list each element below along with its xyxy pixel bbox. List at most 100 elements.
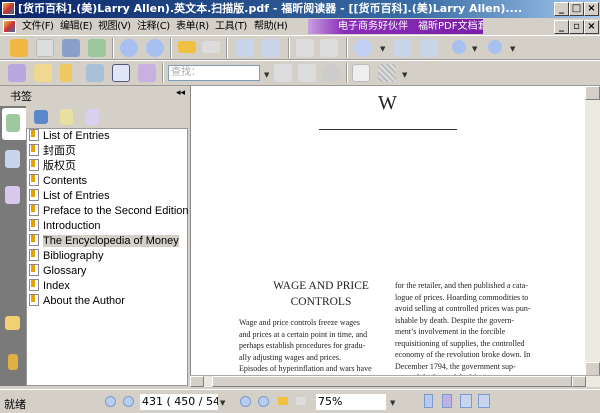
facing-icon[interactable] — [460, 394, 472, 408]
continuous-facing-icon[interactable] — [478, 394, 490, 408]
doc-restore-button[interactable]: ▫ — [569, 20, 584, 34]
bookmark-item[interactable]: Contents — [29, 174, 87, 189]
chevron-down-icon[interactable]: ▼ — [264, 71, 269, 79]
attachments-tab-icon[interactable] — [8, 354, 18, 370]
bookmark-icon — [29, 204, 39, 216]
layers-tab-icon[interactable] — [5, 186, 20, 204]
bookmark-item[interactable]: Preface to the Second Edition — [29, 204, 189, 219]
highlight-icon[interactable] — [378, 64, 396, 82]
menu-help[interactable]: 帮助(H) — [254, 18, 288, 35]
bookmark-icon — [29, 249, 39, 261]
open-icon[interactable] — [10, 39, 28, 57]
redo-icon[interactable] — [320, 39, 338, 57]
prev-page-icon[interactable] — [123, 396, 134, 407]
last-page-icon[interactable] — [258, 396, 269, 407]
status-text: 就绪 — [4, 398, 26, 411]
comments-tab-icon[interactable] — [5, 316, 20, 330]
menu-tools[interactable]: 工具(T) — [215, 18, 247, 35]
bookmark-icon — [29, 144, 39, 156]
rotate-left-icon[interactable] — [236, 39, 254, 57]
horizontal-scrollbar[interactable] — [190, 375, 600, 387]
bookmark-item[interactable]: About the Author — [29, 294, 125, 309]
single-page-icon[interactable] — [424, 394, 433, 408]
bookmark-item-selected[interactable]: The Encyclopedia of Money — [29, 234, 179, 249]
next-page-icon[interactable] — [146, 39, 164, 57]
back-arrow-icon[interactable] — [278, 397, 288, 405]
zoom-dropdown-icon[interactable]: ▼ — [390, 399, 395, 407]
back-arrow-icon[interactable] — [178, 41, 196, 53]
binoculars-icon[interactable] — [86, 64, 104, 82]
menu-bar: 文件(F) 编辑(E) 视图(V) 注释(C) 表单(R) 工具(T) 帮助(H… — [0, 18, 300, 35]
menu-edit[interactable]: 编辑(E) — [60, 18, 93, 35]
fit-width-icon[interactable] — [420, 39, 438, 57]
email-icon[interactable] — [88, 39, 106, 57]
zoom-out-icon[interactable] — [452, 40, 466, 54]
print-icon[interactable] — [62, 39, 80, 57]
panel-tab-strip — [0, 106, 26, 386]
close-button[interactable]: × — [584, 2, 599, 16]
search-icon[interactable] — [322, 64, 340, 82]
add-bookmark-icon[interactable] — [60, 109, 73, 125]
undo-icon[interactable] — [296, 39, 314, 57]
bookmark-item[interactable]: Introduction — [29, 219, 100, 234]
bookmark-item[interactable]: Index — [29, 279, 70, 294]
bookmark-icon — [29, 294, 39, 306]
next-page-icon[interactable] — [240, 396, 251, 407]
bookmark-item[interactable]: 版权页 — [29, 159, 76, 174]
menu-form[interactable]: 表单(R) — [176, 18, 209, 35]
bookmark-icon — [29, 279, 39, 291]
zoom-in-tool-icon[interactable] — [354, 39, 372, 57]
prev-page-icon[interactable] — [120, 39, 138, 57]
minimize-button[interactable]: _ — [554, 2, 569, 16]
first-page-icon[interactable] — [105, 396, 116, 407]
document-view[interactable]: W WAGE AND PRICE CONTROLS Wage and price … — [190, 86, 588, 382]
select-text-icon[interactable] — [34, 64, 52, 82]
bookmarks-tab[interactable] — [2, 108, 26, 140]
hand-tool-icon[interactable] — [8, 64, 26, 82]
collapse-panel-button[interactable]: ◂◂ — [176, 88, 185, 98]
zoom-in-icon[interactable] — [488, 40, 502, 54]
scroll-thumb[interactable] — [212, 376, 572, 387]
vertical-scrollbar[interactable] — [585, 86, 600, 376]
chevron-down-icon[interactable]: ▼ — [380, 45, 385, 53]
bookmark-icon — [29, 264, 39, 276]
snapshot-icon[interactable] — [138, 64, 156, 82]
fit-page-icon[interactable] — [394, 39, 412, 57]
add-child-bookmark-icon[interactable] — [86, 109, 99, 125]
divider — [319, 129, 457, 130]
promo-banner[interactable]: 电子商务好伙伴 福昕PDF文档套件 — [308, 19, 483, 34]
pointer-icon[interactable] — [60, 64, 72, 82]
maximize-button[interactable]: □ — [569, 2, 584, 16]
save-icon[interactable] — [36, 39, 54, 57]
find-next-icon[interactable] — [298, 64, 316, 82]
bookmark-item[interactable]: Glossary — [29, 264, 86, 279]
bookmark-icon — [29, 129, 39, 141]
pages-tab-icon[interactable] — [5, 150, 20, 168]
page-number-input[interactable]: 431 ( 450 / 54 — [140, 394, 218, 410]
forward-arrow-icon[interactable] — [202, 41, 220, 53]
bookmark-item[interactable]: List of Entries — [29, 189, 110, 204]
rotate-right-icon[interactable] — [262, 39, 280, 57]
menu-view[interactable]: 视图(V) — [98, 18, 131, 35]
menu-comment[interactable]: 注释(C) — [137, 18, 170, 35]
bookmark-item[interactable]: 封面页 — [29, 144, 76, 159]
text-tool-icon[interactable] — [112, 64, 130, 82]
chevron-down-icon[interactable]: ▼ — [510, 45, 515, 53]
bookmark-panel-title: 书签 — [10, 90, 32, 103]
bookmark-item[interactable]: Bibliography — [29, 249, 104, 264]
note-icon[interactable] — [352, 64, 370, 82]
find-input[interactable]: 查找： — [168, 65, 260, 81]
menu-file[interactable]: 文件(F) — [22, 18, 54, 35]
delete-bookmark-icon[interactable] — [34, 110, 48, 124]
find-previous-icon[interactable] — [274, 64, 292, 82]
zoom-select[interactable]: 75% — [316, 394, 386, 410]
page-dropdown-icon[interactable]: ▼ — [220, 399, 225, 407]
chevron-down-icon[interactable]: ▼ — [402, 71, 407, 79]
forward-arrow-icon[interactable] — [296, 397, 306, 405]
status-bar: 就绪 431 ( 450 / 54 ▼ 75% ▼ — [0, 389, 600, 413]
doc-minimize-button[interactable]: _ — [554, 20, 569, 34]
continuous-icon[interactable] — [442, 394, 452, 408]
bookmark-item[interactable]: List of Entries — [29, 129, 110, 144]
chevron-down-icon[interactable]: ▼ — [472, 45, 477, 53]
doc-close-button[interactable]: × — [584, 20, 599, 34]
